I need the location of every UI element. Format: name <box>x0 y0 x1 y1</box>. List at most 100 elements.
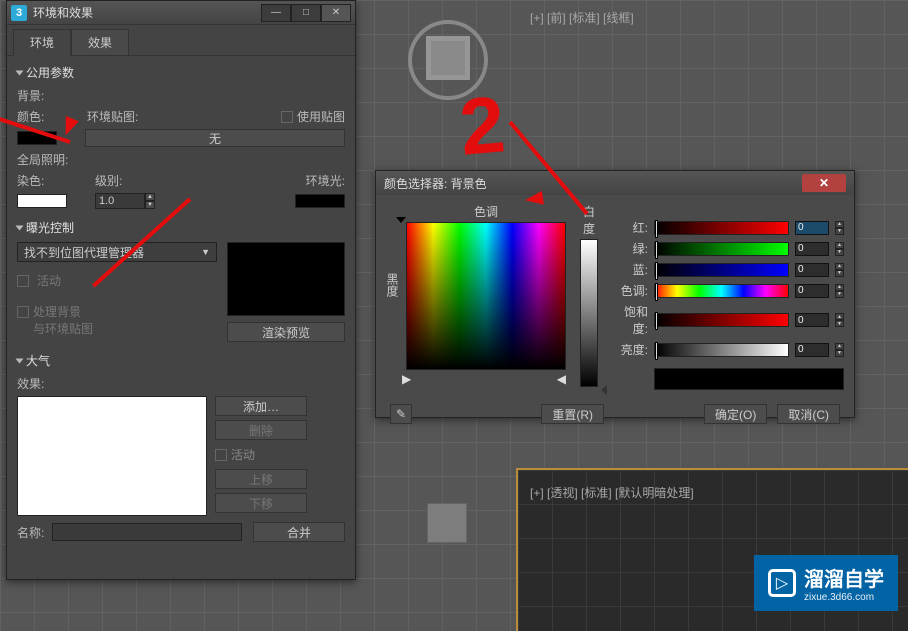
atmos-active-checkbox[interactable] <box>215 449 227 461</box>
level-up-icon[interactable]: ▲ <box>145 193 155 201</box>
envmap-none-button[interactable]: 无 <box>85 129 345 147</box>
blue-down-icon[interactable]: ▼ <box>835 270 844 277</box>
green-label: 绿: <box>612 240 648 257</box>
watermark-url: zixue.3d66.com <box>804 592 884 603</box>
color-picker-close-button[interactable]: ✕ <box>802 174 846 192</box>
ambient-label: 环境光: <box>306 172 345 189</box>
exposure-active-label: 活动 <box>37 272 61 289</box>
whiteness-slider[interactable] <box>580 239 598 387</box>
with-env-label: 与环境贴图 <box>33 320 93 337</box>
exposure-dropdown[interactable]: 找不到位图代理管理器 ▼ <box>17 242 217 262</box>
move-up-button[interactable]: 上移 <box>215 469 307 489</box>
env-title: 环境和效果 <box>33 4 261 21</box>
merge-button[interactable]: 合并 <box>253 522 345 542</box>
env-titlebar[interactable]: 3 环境和效果 — □ ✕ <box>7 1 355 25</box>
val-up-icon[interactable]: ▲ <box>835 343 844 350</box>
ok-button[interactable]: 确定(O) <box>704 404 767 424</box>
effects-label: 效果: <box>17 375 44 392</box>
watermark: ▷ 溜溜自学 zixue.3d66.com <box>754 555 898 611</box>
hue-area: 色调 黑度 ▶ ◀ <box>390 203 566 390</box>
cancel-button[interactable]: 取消(C) <box>777 404 840 424</box>
green-up-icon[interactable]: ▲ <box>835 242 844 249</box>
sat-value[interactable]: 0 <box>795 313 829 327</box>
effect-name-input[interactable] <box>52 523 242 541</box>
result-color-swatch <box>654 368 844 390</box>
hue-slider-label: 色调: <box>612 282 648 299</box>
name-label: 名称: <box>17 524 44 541</box>
whiteness-marker-icon <box>601 385 607 395</box>
sat-up-icon[interactable]: ▲ <box>835 313 844 320</box>
tint-label: 染色: <box>17 172 49 189</box>
red-up-icon[interactable]: ▲ <box>835 221 844 228</box>
hue-field[interactable] <box>406 222 566 370</box>
hue-left-icon: ▶ <box>402 372 411 386</box>
level-label: 级别: <box>95 172 122 189</box>
effects-listbox[interactable] <box>17 396 207 516</box>
envmap-label: 环境贴图: <box>87 108 138 125</box>
level-down-icon[interactable]: ▼ <box>145 201 155 209</box>
blue-value[interactable]: 0 <box>795 263 829 277</box>
color-picker-titlebar[interactable]: 颜色选择器: 背景色 ✕ <box>376 171 854 195</box>
env-tabs: 环境 效果 <box>7 25 355 56</box>
val-label: 亮度: <box>612 341 648 358</box>
hue-down-icon[interactable]: ▼ <box>835 291 844 298</box>
rgb-sliders: 红: 0 ▲▼ 绿: 0 ▲▼ 蓝: 0 ▲▼ 色调: 0 ▲▼ <box>612 203 844 390</box>
val-value[interactable]: 0 <box>795 343 829 357</box>
green-slider[interactable] <box>654 242 789 256</box>
exposure-header: 曝光控制 <box>26 219 74 236</box>
watermark-icon: ▷ <box>768 569 796 597</box>
nav-cube[interactable] <box>426 36 470 80</box>
minimize-button[interactable]: — <box>261 4 291 22</box>
watermark-text: 溜溜自学 <box>804 563 884 592</box>
tint-swatch[interactable] <box>17 194 67 208</box>
green-value[interactable]: 0 <box>795 242 829 256</box>
delete-effect-button[interactable]: 删除 <box>215 420 307 440</box>
level-spinner[interactable]: ▲▼ <box>95 193 155 209</box>
viewport-label-front[interactable]: [+] [前] [标准] [线框] <box>530 9 634 26</box>
green-down-icon[interactable]: ▼ <box>835 249 844 256</box>
blue-up-icon[interactable]: ▲ <box>835 263 844 270</box>
hue-up-icon[interactable]: ▲ <box>835 284 844 291</box>
eyedropper-icon: ✎ <box>396 407 406 421</box>
red-value[interactable]: 0 <box>795 221 829 235</box>
red-down-icon[interactable]: ▼ <box>835 228 844 235</box>
tab-environment[interactable]: 环境 <box>13 29 71 56</box>
close-button[interactable]: ✕ <box>321 4 351 22</box>
use-map-label: 使用贴图 <box>297 108 345 125</box>
render-preview-button[interactable]: 渲染预览 <box>227 322 345 342</box>
red-label: 红: <box>612 219 648 236</box>
sat-down-icon[interactable]: ▼ <box>835 320 844 327</box>
reset-button[interactable]: 重置(R) <box>541 404 604 424</box>
add-effect-button[interactable]: 添加… <box>215 396 307 416</box>
section-atmosphere: 大气 效果: 添加… 删除 活动 上移 下移 名称: 合并 <box>17 350 345 542</box>
chevron-down-icon: ▼ <box>201 247 210 257</box>
section-exposure: 曝光控制 找不到位图代理管理器 ▼ 活动 处理背景 与环境贴图 渲染预览 <box>17 217 345 342</box>
red-slider[interactable] <box>654 221 789 235</box>
sat-label: 饱和度: <box>612 303 648 337</box>
process-bg-checkbox[interactable] <box>17 306 29 318</box>
global-illum-label: 全局照明: <box>17 151 68 168</box>
val-down-icon[interactable]: ▼ <box>835 350 844 357</box>
viewport-label-persp[interactable]: [+] [透视] [标准] [默认明暗处理] <box>530 484 694 501</box>
ambient-swatch[interactable] <box>295 194 345 208</box>
hue-marker-icon <box>396 217 406 223</box>
blue-slider[interactable] <box>654 263 789 277</box>
background-label: 背景: <box>17 87 44 104</box>
tab-effects[interactable]: 效果 <box>71 29 129 55</box>
whiteness-column: 白度 <box>580 203 598 390</box>
use-map-checkbox[interactable] <box>281 111 293 123</box>
sat-slider[interactable] <box>654 313 789 327</box>
hue-right-icon: ◀ <box>557 372 566 386</box>
nav-cube-persp[interactable] <box>427 503 467 543</box>
maximize-button[interactable]: □ <box>291 4 321 22</box>
hue-value[interactable]: 0 <box>795 284 829 298</box>
color-picker-window: 颜色选择器: 背景色 ✕ 色调 黑度 ▶ ◀ 白度 红: 0 ▲▼ <box>375 170 855 418</box>
blue-label: 蓝: <box>612 261 648 278</box>
exposure-active-checkbox[interactable] <box>17 275 29 287</box>
val-slider[interactable] <box>654 343 789 357</box>
move-down-button[interactable]: 下移 <box>215 493 307 513</box>
hue-slider[interactable] <box>654 284 789 298</box>
process-bg-label: 处理背景 <box>33 303 81 320</box>
eyedropper-button[interactable]: ✎ <box>390 404 412 424</box>
level-input[interactable] <box>95 193 145 209</box>
